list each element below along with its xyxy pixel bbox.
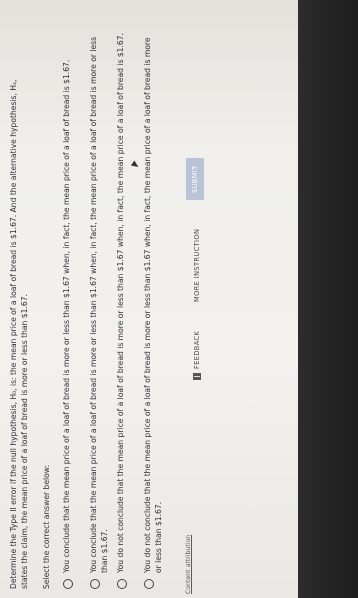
radio-button-icon[interactable] bbox=[117, 579, 127, 589]
content-attribution-link[interactable]: Content attribution bbox=[184, 535, 195, 594]
more-instruction-label: MORE INSTRUCTION bbox=[192, 228, 201, 302]
submit-button[interactable]: SUBMIT bbox=[186, 158, 204, 200]
option-c-label: You do not conclude that the mean price … bbox=[116, 32, 125, 573]
background-surface bbox=[298, 0, 358, 598]
radio-button-icon[interactable] bbox=[63, 579, 73, 589]
more-instruction-button[interactable]: MORE INSTRUCTION bbox=[190, 229, 204, 302]
answer-option-d[interactable]: You do not conclude that the mean price … bbox=[143, 29, 164, 589]
radio-button-icon[interactable] bbox=[90, 579, 100, 589]
answer-option-b[interactable]: You conclude that the mean price of a lo… bbox=[89, 29, 110, 589]
question-panel: Determine the Type II error if the null … bbox=[0, 0, 298, 598]
answer-prompt: Select the correct answer below: bbox=[42, 464, 51, 589]
radio-button-icon[interactable] bbox=[144, 579, 154, 589]
feedback-label: FEEDBACK bbox=[192, 330, 201, 369]
book-icon bbox=[193, 373, 201, 380]
option-d-label: You do not conclude that the mean price … bbox=[143, 37, 163, 573]
mouse-cursor-icon bbox=[130, 160, 141, 170]
photo-frame: Determine the Type II error if the null … bbox=[0, 0, 358, 598]
option-b-label: You conclude that the mean price of a lo… bbox=[89, 36, 109, 573]
question-text: Determine the Type II error if the null … bbox=[9, 79, 29, 589]
rotated-page: Determine the Type II error if the null … bbox=[0, 0, 358, 598]
submit-label: SUBMIT bbox=[190, 165, 199, 193]
answer-option-a[interactable]: You conclude that the mean price of a lo… bbox=[62, 29, 73, 589]
feedback-button[interactable]: FEEDBACK bbox=[190, 331, 204, 380]
option-a-label: You conclude that the mean price of a lo… bbox=[62, 59, 71, 573]
answer-option-c[interactable]: You do not conclude that the mean price … bbox=[116, 29, 127, 589]
